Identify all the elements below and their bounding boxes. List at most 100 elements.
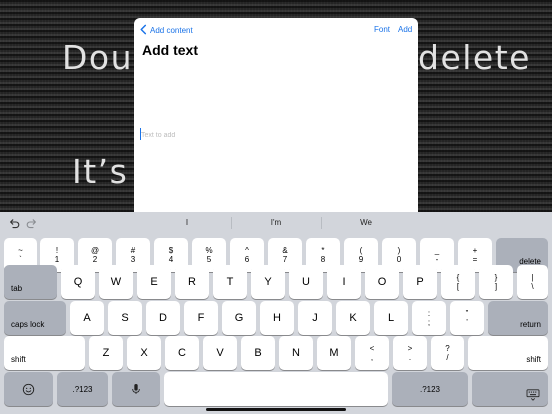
key-d[interactable]: D — [146, 301, 180, 335]
key-bottom: 8 — [320, 255, 326, 264]
key-bottom: ’ — [466, 318, 468, 327]
key-v[interactable]: V — [203, 336, 237, 370]
key-bottom: \ — [531, 282, 534, 291]
key-bottom: 2 — [92, 255, 98, 264]
key-top: ? — [445, 344, 450, 353]
key-top: { — [456, 273, 460, 282]
key-z[interactable]: Z — [89, 336, 123, 370]
suggestion-3[interactable]: We — [328, 218, 404, 227]
key-right-brace[interactable]: }] — [479, 265, 513, 299]
key-e[interactable]: E — [137, 265, 171, 299]
suggestion-2[interactable]: I'm — [238, 218, 314, 227]
key-b[interactable]: B — [241, 336, 275, 370]
tab-key[interactable]: tab — [4, 265, 57, 299]
key-top: $ — [168, 246, 174, 255]
key-m[interactable]: M — [317, 336, 351, 370]
key-backslash[interactable]: | \ — [517, 265, 548, 299]
key-y[interactable]: Y — [251, 265, 285, 299]
microphone-icon — [131, 383, 141, 395]
key-g[interactable]: G — [222, 301, 256, 335]
key-top: ! — [55, 246, 59, 255]
numbers-key-left[interactable]: .?123 — [57, 372, 108, 406]
redo-icon[interactable] — [26, 217, 38, 229]
key-top: ” — [465, 309, 469, 318]
key-x[interactable]: X — [127, 336, 161, 370]
key-bottom: 1 — [54, 255, 60, 264]
key-top: } — [494, 273, 498, 282]
key-top: | — [531, 273, 534, 282]
key-k[interactable]: K — [336, 301, 370, 335]
key-top: % — [205, 246, 213, 255]
suggestion-bar: I I'm We — [0, 212, 552, 234]
key-top: ( — [359, 246, 363, 255]
back-button-label: Add content — [150, 26, 193, 35]
keyboard-dismiss-key[interactable] — [472, 372, 548, 406]
key-bottom: [ — [456, 282, 460, 291]
font-button[interactable]: Font — [374, 25, 390, 34]
key-j[interactable]: J — [298, 301, 332, 335]
key-bottom: , — [370, 353, 374, 362]
key-n[interactable]: N — [279, 336, 313, 370]
back-button[interactable]: Add content — [138, 24, 193, 37]
key-top: @ — [90, 246, 100, 255]
key-slash[interactable]: ? / — [431, 336, 464, 370]
space-bar[interactable] — [164, 372, 388, 406]
key-h[interactable]: H — [260, 301, 294, 335]
key-q[interactable]: Q — [61, 265, 95, 299]
chevron-left-icon — [138, 24, 149, 37]
key-u[interactable]: U — [289, 265, 323, 299]
key-bottom: 3 — [130, 255, 136, 264]
key-w[interactable]: W — [99, 265, 133, 299]
key-p[interactable]: P — [403, 265, 437, 299]
shift-key-right[interactable]: shift — [468, 336, 548, 370]
suggestion-1[interactable]: I — [150, 218, 224, 227]
caps-lock-key[interactable]: caps lock — [4, 301, 66, 335]
key-top: # — [130, 246, 136, 255]
key-quote[interactable]: ”’ — [450, 301, 484, 335]
key-t[interactable]: T — [213, 265, 247, 299]
return-key[interactable]: return — [488, 301, 548, 335]
key-top: & — [282, 246, 288, 255]
key-i[interactable]: I — [327, 265, 361, 299]
home-indicator — [206, 408, 346, 411]
key-l[interactable]: L — [374, 301, 408, 335]
key-bottom: ` — [19, 255, 22, 264]
key-f[interactable]: F — [184, 301, 218, 335]
key-r[interactable]: R — [175, 265, 209, 299]
suggestion-divider — [321, 217, 322, 229]
key-top: ~ — [18, 246, 23, 255]
key-period[interactable]: >. — [393, 336, 427, 370]
key-bottom: 9 — [358, 255, 364, 264]
key-top: + — [472, 246, 478, 255]
keyboard-dismiss-icon — [526, 389, 540, 401]
undo-icon[interactable] — [8, 217, 20, 229]
key-top: ^ — [245, 246, 249, 255]
key-c[interactable]: C — [165, 336, 199, 370]
text-caret — [140, 128, 141, 140]
key-bottom: 5 — [206, 255, 212, 264]
key-comma[interactable]: <, — [355, 336, 389, 370]
key-semicolon[interactable]: :; — [412, 301, 446, 335]
key-top: * — [321, 246, 325, 255]
key-top: < — [369, 344, 375, 353]
key-bottom: / — [446, 353, 449, 362]
key-bottom: = — [472, 255, 478, 264]
emoji-key[interactable] — [4, 372, 53, 406]
modal-nav-bar: Add content Font Add — [134, 18, 418, 40]
on-screen-keyboard: I I'm We ~ ` ! 1 @2 #3 $4 % 5 ^ 6 & 7 * 8 (9 )… — [0, 212, 552, 414]
dictation-key[interactable] — [112, 372, 160, 406]
key-top: : — [427, 309, 431, 318]
add-text-modal: Add content Font Add Add text — [134, 18, 418, 212]
text-to-add-input[interactable] — [139, 128, 409, 142]
numbers-key-right[interactable]: .?123 — [392, 372, 468, 406]
key-bottom: . — [408, 353, 412, 362]
key-left-brace[interactable]: {[ — [441, 265, 475, 299]
key-bottom: 6 — [244, 255, 250, 264]
add-button[interactable]: Add — [398, 25, 412, 34]
key-o[interactable]: O — [365, 265, 399, 299]
key-bottom: ; — [427, 318, 431, 327]
key-s[interactable]: S — [108, 301, 142, 335]
shift-key-left[interactable]: shift — [4, 336, 85, 370]
key-a[interactable]: A — [70, 301, 104, 335]
board-text-line-2: It’s — [72, 152, 129, 191]
